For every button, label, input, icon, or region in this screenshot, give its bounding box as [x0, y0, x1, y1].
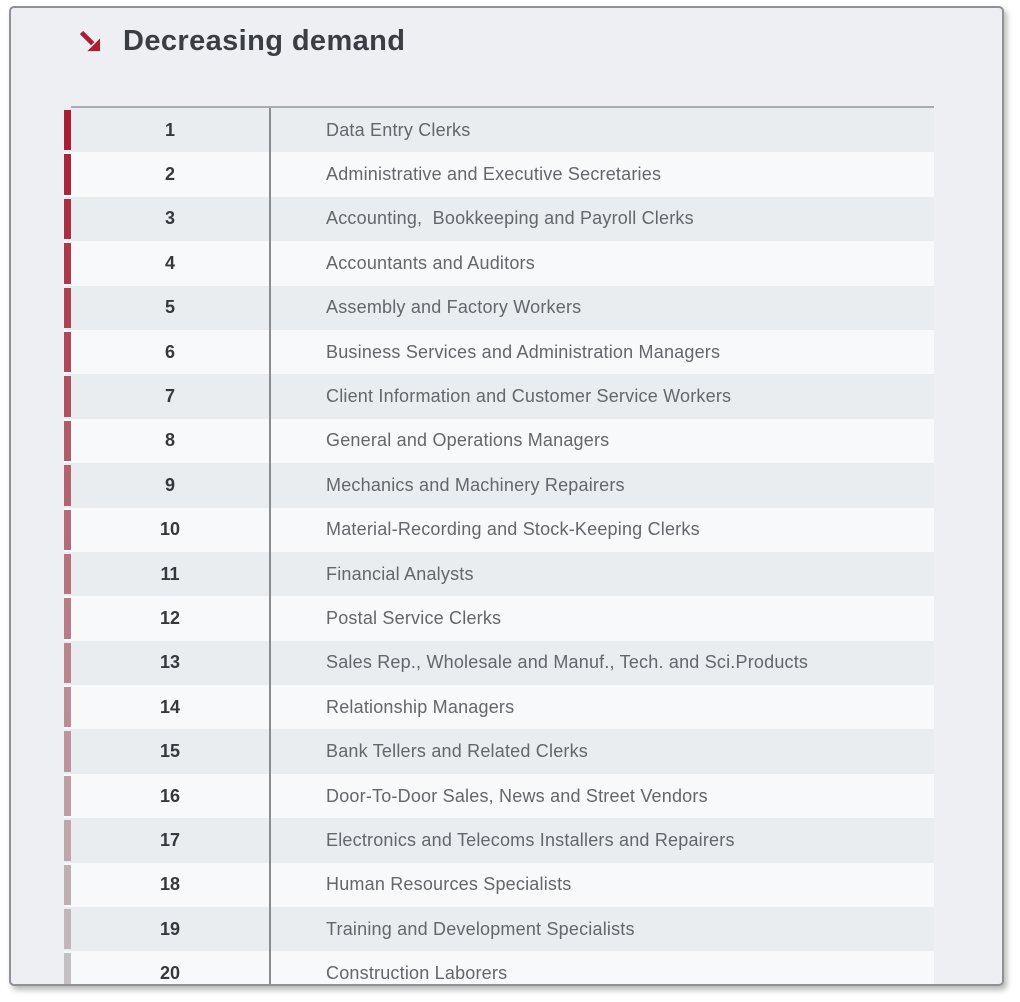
figure-title: Decreasing demand [123, 25, 405, 58]
rank-accent-bar [64, 953, 71, 986]
arrow-down-right-icon [77, 28, 104, 55]
occupation-label: Material-Recording and Stock-Keeping Cle… [269, 508, 934, 552]
rank-accent-bar [64, 687, 71, 727]
table-row: 3 Accounting, Bookkeeping and Payroll Cl… [64, 197, 934, 241]
rank-number: 14 [71, 685, 269, 729]
rank-number: 10 [71, 508, 269, 552]
rank-accent-bar [64, 643, 71, 683]
table-rows: 1 Data Entry Clerks 2 Administrative and… [64, 108, 934, 986]
occupation-label: Mechanics and Machinery Repairers [269, 463, 934, 507]
occupation-label: Administrative and Executive Secretaries [269, 152, 934, 196]
table-row: 16 Door-To-Door Sales, News and Street V… [64, 774, 934, 818]
table-row: 6 Business Services and Administration M… [64, 330, 934, 374]
occupation-label: Financial Analysts [269, 552, 934, 596]
rank-number: 15 [71, 729, 269, 773]
occupation-label: Training and Development Specialists [269, 907, 934, 951]
table-row: 1 Data Entry Clerks [64, 108, 934, 152]
rank-number: 16 [71, 774, 269, 818]
rank-accent-bar [64, 598, 71, 638]
table-row: 13 Sales Rep., Wholesale and Manuf., Tec… [64, 641, 934, 685]
table-row: 9 Mechanics and Machinery Repairers [64, 463, 934, 507]
table-top-rule [71, 106, 934, 108]
occupation-label: Client Information and Customer Service … [269, 374, 934, 418]
report-figure-frame: Decreasing demand 1 Data Entry Clerks 2 … [9, 6, 1004, 986]
rank-accent-bar [64, 332, 71, 372]
occupation-label: Bank Tellers and Related Clerks [269, 729, 934, 773]
occupation-label: Construction Laborers [269, 951, 934, 986]
table-row: 18 Human Resources Specialists [64, 863, 934, 907]
occupation-label: Door-To-Door Sales, News and Street Vend… [269, 774, 934, 818]
rank-number: 3 [71, 197, 269, 241]
occupation-label: Data Entry Clerks [269, 108, 934, 152]
occupation-label: Business Services and Administration Man… [269, 330, 934, 374]
table-row: 5 Assembly and Factory Workers [64, 286, 934, 330]
table-row: 12 Postal Service Clerks [64, 596, 934, 640]
rank-accent-bar [64, 731, 71, 771]
table-row: 11 Financial Analysts [64, 552, 934, 596]
table-row: 7 Client Information and Customer Servic… [64, 374, 934, 418]
table-row: 17 Electronics and Telecoms Installers a… [64, 818, 934, 862]
occupation-label: Human Resources Specialists [269, 863, 934, 907]
table-row: 8 General and Operations Managers [64, 419, 934, 463]
rank-accent-bar [64, 199, 71, 239]
rank-accent-bar [64, 465, 71, 505]
column-divider [269, 106, 271, 986]
figure-header: Decreasing demand [77, 25, 405, 58]
occupation-label: Accountants and Auditors [269, 241, 934, 285]
rank-number: 20 [71, 951, 269, 986]
occupation-label: Electronics and Telecoms Installers and … [269, 818, 934, 862]
rank-number: 11 [71, 552, 269, 596]
rank-number: 17 [71, 818, 269, 862]
occupation-label: Relationship Managers [269, 685, 934, 729]
rank-accent-bar [64, 421, 71, 461]
rank-number: 18 [71, 863, 269, 907]
table-row: 2 Administrative and Executive Secretari… [64, 152, 934, 196]
rank-number: 19 [71, 907, 269, 951]
rank-accent-bar [64, 909, 71, 949]
rank-accent-bar [64, 110, 71, 150]
occupation-label: Postal Service Clerks [269, 596, 934, 640]
rank-number: 6 [71, 330, 269, 374]
rank-accent-bar [64, 554, 71, 594]
rank-number: 4 [71, 241, 269, 285]
rank-accent-bar [64, 376, 71, 416]
rank-accent-bar [64, 288, 71, 328]
rank-accent-bar [64, 865, 71, 905]
occupation-label: Assembly and Factory Workers [269, 286, 934, 330]
rank-number: 12 [71, 596, 269, 640]
rank-number: 13 [71, 641, 269, 685]
rank-accent-bar [64, 776, 71, 816]
rank-accent-bar [64, 154, 71, 194]
rank-number: 7 [71, 374, 269, 418]
table-row: 10 Material-Recording and Stock-Keeping … [64, 508, 934, 552]
rank-accent-bar [64, 820, 71, 860]
rank-number: 9 [71, 463, 269, 507]
occupation-label: General and Operations Managers [269, 419, 934, 463]
table-row: 4 Accountants and Auditors [64, 241, 934, 285]
table-row: 14 Relationship Managers [64, 685, 934, 729]
rank-accent-bar [64, 510, 71, 550]
rank-number: 2 [71, 152, 269, 196]
rank-number: 1 [71, 108, 269, 152]
rank-number: 8 [71, 419, 269, 463]
table-row: 20 Construction Laborers [64, 951, 934, 986]
table-row: 19 Training and Development Specialists [64, 907, 934, 951]
rank-accent-bar [64, 243, 71, 283]
decreasing-demand-table: 1 Data Entry Clerks 2 Administrative and… [64, 106, 934, 986]
occupation-label: Sales Rep., Wholesale and Manuf., Tech. … [269, 641, 934, 685]
occupation-label: Accounting, Bookkeeping and Payroll Cler… [269, 197, 934, 241]
table-row: 15 Bank Tellers and Related Clerks [64, 729, 934, 773]
rank-number: 5 [71, 286, 269, 330]
